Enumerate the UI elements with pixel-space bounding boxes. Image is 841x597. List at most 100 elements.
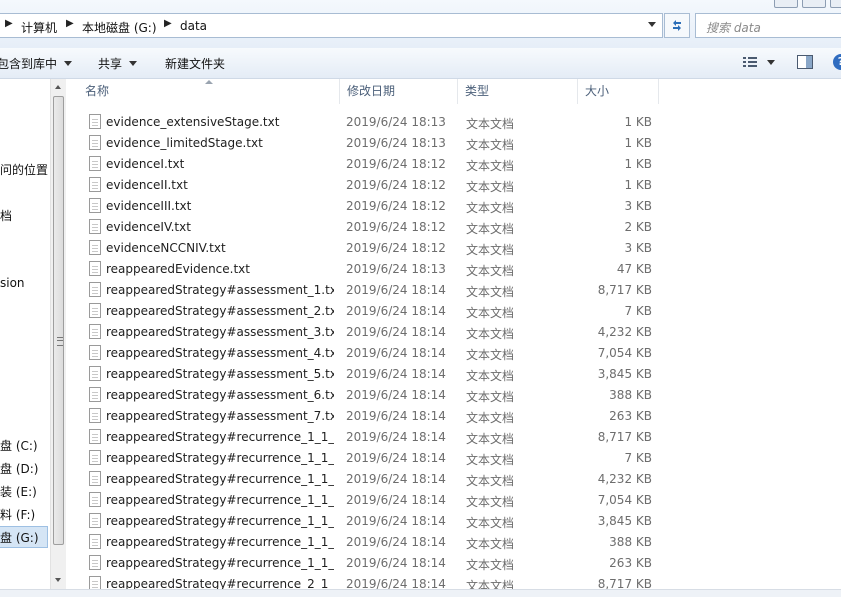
file-name: reappearedStrategy#recurrence_1_1_... (106, 451, 334, 465)
file-size: 8,717 KB (597, 430, 652, 444)
file-row[interactable]: reappearedEvidence.txt 2019/6/24 18:13 文本文… (78, 259, 678, 280)
file-row[interactable]: reappearedStrategy#assessment_3.txt 2019/… (78, 322, 678, 343)
file-size: 3 KB (624, 199, 652, 213)
include-in-library-button[interactable]: 包含到库中 (0, 55, 73, 72)
minimize-button[interactable] (774, 0, 798, 8)
file-type: 文本文档 (466, 474, 515, 488)
file-row[interactable]: reappearedStrategy#assessment_7.txt 2019/… (78, 406, 678, 427)
file-name: evidence_limitedStage.txt (106, 136, 263, 150)
file-row[interactable]: evidenceIV.txt 2019/6/24 18:12 文本文档 2 KB (78, 217, 678, 238)
breadcrumb-separator-icon[interactable]: ▶ (66, 18, 74, 29)
column-header-date[interactable]: 修改日期 (340, 79, 458, 104)
share-label: 共享 (98, 57, 123, 71)
breadcrumb-data[interactable]: data (180, 19, 207, 33)
file-type: 文本文档 (466, 348, 515, 362)
file-date: 2019/6/24 18:12 (346, 241, 446, 255)
file-row[interactable]: reappearedStrategy#assessment_2.txt 2019/… (78, 301, 678, 322)
file-row[interactable]: evidenceII.txt 2019/6/24 18:12 文本文档 1 KB (78, 175, 678, 196)
file-type: 文本文档 (466, 222, 515, 236)
nav-item-version[interactable]: sion (0, 276, 25, 290)
file-size: 3,845 KB (597, 367, 652, 381)
nav-item-drive-f[interactable]: 料 (F:) (0, 506, 35, 523)
file-row[interactable]: reappearedStrategy#assessment_1.txt 2019/… (78, 280, 678, 301)
file-type: 文本文档 (466, 390, 515, 404)
chevron-down-icon (129, 61, 138, 66)
file-type: 文本文档 (466, 159, 515, 173)
file-date: 2019/6/24 18:14 (346, 472, 446, 486)
file-row[interactable]: reappearedStrategy#recurrence_1_1_... 201… (78, 448, 678, 469)
file-row[interactable]: reappearedStrategy#recurrence_1_1_... 201… (78, 553, 678, 574)
column-header-type[interactable]: 类型 (458, 79, 578, 104)
new-folder-button[interactable]: 新建文件夹 (165, 55, 225, 72)
breadcrumb-computer[interactable]: 计算机 (21, 19, 57, 36)
text-file-icon (89, 219, 101, 234)
nav-item-drive-g[interactable]: 盘 (G:) (0, 529, 39, 546)
breadcrumb-drive-g[interactable]: 本地磁盘 (G:) (82, 19, 157, 36)
file-size: 1 KB (624, 157, 652, 171)
scroll-up-icon[interactable] (55, 85, 61, 89)
file-type: 文本文档 (466, 327, 515, 341)
file-type: 文本文档 (466, 558, 515, 572)
text-file-icon (89, 555, 101, 570)
address-bar[interactable]: ▶ 计算机 ▶ 本地磁盘 (G:) ▶ data (0, 13, 663, 38)
preview-pane-button[interactable] (797, 55, 813, 72)
nav-item-drive-e[interactable]: 装 (E:) (0, 483, 37, 500)
text-file-icon (89, 387, 101, 402)
view-options-button[interactable] (742, 55, 758, 72)
file-name: reappearedStrategy#assessment_5.txt (106, 367, 334, 381)
file-date: 2019/6/24 18:14 (346, 409, 446, 423)
nav-item-drive-d[interactable]: 盘 (D:) (0, 460, 38, 477)
file-size: 47 KB (616, 262, 652, 276)
nav-item-drive-c[interactable]: 盘 (C:) (0, 437, 38, 454)
file-row[interactable]: evidence_limitedStage.txt 2019/6/24 18:13… (78, 133, 678, 154)
file-row[interactable]: reappearedStrategy#recurrence_1_1_... 201… (78, 469, 678, 490)
help-icon[interactable]: ? (833, 54, 841, 70)
refresh-button[interactable] (664, 13, 690, 38)
file-row[interactable]: evidenceI.txt 2019/6/24 18:12 文本文档 1 KB (78, 154, 678, 175)
file-row[interactable]: reappearedStrategy#recurrence_1_1_... 201… (78, 427, 678, 448)
search-input[interactable]: 搜索 data (695, 13, 841, 38)
file-type: 文本文档 (466, 285, 515, 299)
nav-scrollbar[interactable] (50, 79, 66, 590)
file-date: 2019/6/24 18:12 (346, 178, 446, 192)
column-headers: 名称 修改日期 类型 大小 (78, 79, 841, 104)
file-row[interactable]: evidenceNCCNIV.txt 2019/6/24 18:12 文本文档 3 K… (78, 238, 678, 259)
share-button[interactable]: 共享 (98, 55, 138, 72)
close-button[interactable] (830, 0, 841, 8)
text-file-icon (89, 534, 101, 549)
column-header-name[interactable]: 名称 (78, 79, 340, 104)
file-size: 263 KB (609, 409, 652, 423)
address-history-dropdown-icon[interactable] (648, 22, 656, 27)
file-row[interactable]: reappearedStrategy#assessment_4.txt 2019/… (78, 343, 678, 364)
breadcrumb-separator-icon[interactable]: ▶ (5, 18, 13, 29)
file-row[interactable]: evidence_extensiveStage.txt 2019/6/24 18:… (78, 112, 678, 133)
nav-item-documents[interactable]: 档 (0, 207, 12, 224)
scrollbar-thumb[interactable] (53, 96, 64, 545)
file-size: 263 KB (609, 556, 652, 570)
file-size: 7 KB (624, 304, 652, 318)
file-date: 2019/6/24 18:14 (346, 430, 446, 444)
file-row[interactable]: reappearedStrategy#recurrence_1_1_... 201… (78, 511, 678, 532)
file-row[interactable]: reappearedStrategy#recurrence_1_1_... 201… (78, 532, 678, 553)
file-name: reappearedStrategy#recurrence_1_1_... (106, 556, 334, 570)
file-row[interactable]: reappearedStrategy#assessment_5.txt 2019/… (78, 364, 678, 385)
file-date: 2019/6/24 18:13 (346, 115, 446, 129)
file-type: 文本文档 (466, 432, 515, 446)
scroll-down-icon[interactable] (55, 578, 61, 582)
file-row[interactable]: evidenceIII.txt 2019/6/24 18:12 文本文档 3 KB (78, 196, 678, 217)
file-size: 1 KB (624, 136, 652, 150)
maximize-button[interactable] (802, 0, 826, 8)
file-size: 7 KB (624, 451, 652, 465)
preview-pane-icon (797, 55, 813, 69)
file-row[interactable]: reappearedStrategy#assessment_6.txt 2019/… (78, 385, 678, 406)
file-size: 7,054 KB (597, 493, 652, 507)
nav-item-recent-places[interactable]: 问的位置 (0, 161, 48, 178)
text-file-icon (89, 177, 101, 192)
text-file-icon (89, 324, 101, 339)
file-size: 2 KB (624, 220, 652, 234)
file-row[interactable]: reappearedStrategy#recurrence_1_1_... 201… (78, 490, 678, 511)
breadcrumb-separator-icon[interactable]: ▶ (164, 18, 172, 29)
text-file-icon (89, 198, 101, 213)
view-dropdown-icon[interactable] (767, 60, 775, 65)
column-header-size[interactable]: 大小 (578, 79, 659, 104)
